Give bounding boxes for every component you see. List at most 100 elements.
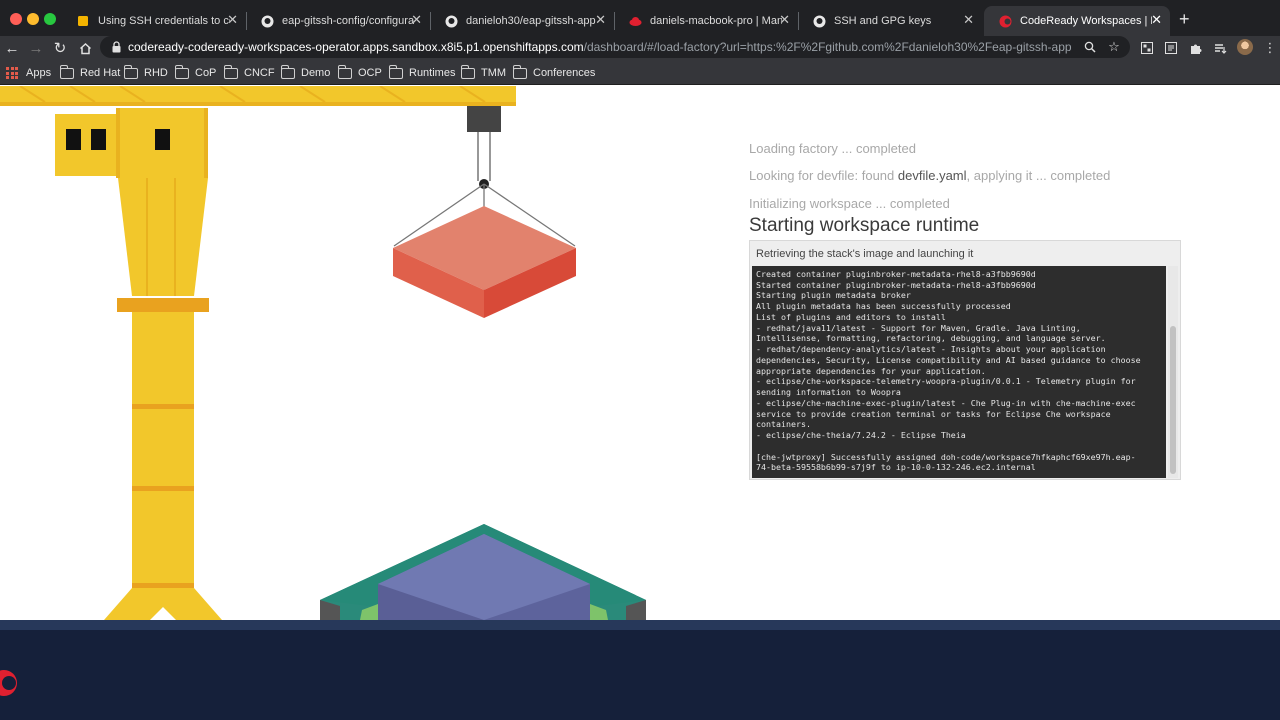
bookmark-folder[interactable]: CoP [174, 64, 217, 81]
workspace-loader-page: Loading factory ... completed Looking fo… [0, 86, 1280, 620]
log-scrollbar-thumb[interactable] [1170, 326, 1176, 474]
zoom-icon[interactable] [1082, 39, 1098, 55]
workspace-log-panel: Retrieving the stack's image and launchi… [749, 240, 1181, 480]
log-line: - eclipse/che-workspace-telemetry-woopra… [756, 376, 1136, 387]
bookmark-label: Conferences [533, 67, 596, 79]
log-line: Started container pluginbroker-metadata-… [756, 279, 1036, 290]
apps-grid-icon [6, 67, 18, 79]
bookmark-star-icon[interactable]: ☆ [1106, 39, 1122, 55]
bookmark-folder[interactable]: Demo [280, 64, 331, 81]
bookmark-folder[interactable]: OCP [337, 64, 382, 81]
home-icon[interactable] [75, 38, 95, 58]
browser-tab[interactable]: Using SSH credentials to conn ✕ [62, 6, 246, 36]
close-window-button[interactable] [10, 13, 22, 25]
log-line: [che-jwtproxy] Successfully assigned doh… [756, 451, 1136, 462]
reload-icon[interactable]: ↻ [50, 38, 70, 58]
folder-icon [280, 64, 295, 79]
log-line: Starting plugin metadata broker [756, 290, 911, 301]
log-line: sending information to Woopra [756, 387, 901, 397]
tab-close-icon[interactable]: ✕ [963, 13, 974, 27]
new-tab-button[interactable]: + [1179, 10, 1190, 28]
current-step-title: Starting workspace runtime [749, 215, 980, 236]
log-caption: Retrieving the stack's image and launchi… [756, 248, 974, 260]
google-docs-icon [76, 14, 90, 28]
log-text: in 1.008672854sCreated container pluginb… [756, 266, 1141, 473]
bookmarks-bar: Apps Red Hat RHD CoP CNCF Demo OCP Runti… [0, 60, 1280, 85]
browser-tab[interactable]: SSH and GPG keys ✕ [798, 6, 982, 36]
minimize-window-button[interactable] [27, 13, 39, 25]
log-line: dependencies, Security, License compatib… [756, 354, 1141, 365]
lock-icon [112, 41, 121, 53]
tab-label: CodeReady Workspaces | Load [1020, 15, 1152, 27]
tab-label: eap-gitssh-config/configuratio [282, 15, 414, 27]
codeready-icon [998, 14, 1012, 28]
address-bar[interactable]: codeready-codeready-workspaces-operator.… [100, 36, 1130, 58]
browser-tab[interactable]: danieloh30/eap-gitssh-app ✕ [430, 6, 614, 36]
url-text: codeready-codeready-workspaces-operator.… [128, 40, 1072, 54]
log-scrollbar[interactable] [1168, 266, 1178, 478]
bookmark-label: RHD [144, 67, 168, 79]
bookmark-folder[interactable]: Red Hat [59, 64, 121, 81]
folder-icon [512, 64, 527, 79]
back-arrow-icon[interactable]: ← [2, 38, 22, 58]
bookmark-folder[interactable]: TMM [460, 64, 507, 81]
log-line: All plugin metadata has been successfull… [756, 301, 1011, 311]
step-text: , applying it ... completed [966, 168, 1111, 183]
log-output[interactable]: in 1.008672854sCreated container pluginb… [752, 266, 1166, 478]
bookmark-folder[interactable]: Runtimes [388, 64, 456, 81]
bookmark-label: Red Hat [80, 67, 121, 79]
tab-close-icon[interactable]: ✕ [411, 13, 422, 27]
loader-step-completed: Looking for devfile: found devfile.yaml,… [749, 168, 1110, 183]
log-line: 74-beta-59558b6b99-s7j9f to ip-10-0-132-… [756, 462, 1036, 473]
redhat-icon [628, 14, 642, 28]
bookmark-label: TMM [481, 67, 507, 79]
loader-step-completed: Loading factory ... completed [749, 141, 916, 156]
tab-close-icon[interactable]: ✕ [595, 13, 606, 27]
browser-tab[interactable]: eap-gitssh-config/configuratio ✕ [246, 6, 430, 36]
folder-icon [123, 64, 138, 79]
bookmark-apps[interactable]: Apps [6, 65, 51, 81]
maximize-window-button[interactable] [44, 13, 56, 25]
folder-icon [59, 64, 74, 79]
url-path: /dashboard/#/load-factory?url=https:%2F%… [583, 40, 1072, 54]
log-line: - redhat/dependency-analytics/latest - I… [756, 344, 1106, 354]
tab-label: daniels-macbook-pro | Manage [650, 15, 782, 27]
folder-icon [223, 64, 238, 79]
reader-extension-icon[interactable] [1163, 40, 1179, 56]
log-line: - eclipse/che-theia/7.24.2 - Eclipse The… [756, 430, 966, 440]
browser-tab[interactable]: daniels-macbook-pro | Manage ✕ [614, 6, 798, 36]
log-line: containers. [756, 419, 811, 430]
bookmark-label: OCP [358, 67, 382, 79]
folder-icon [337, 64, 352, 79]
bookmark-label: CoP [195, 67, 217, 79]
tab-close-icon[interactable]: ✕ [227, 13, 238, 27]
puzzle-extensions-icon[interactable] [1187, 40, 1203, 56]
github-icon [260, 14, 274, 28]
bookmark-label: CNCF [244, 67, 275, 79]
bookmark-label: Demo [301, 67, 331, 79]
codeready-logo-icon [0, 670, 17, 696]
tab-close-icon[interactable]: ✕ [1151, 13, 1162, 27]
browser-tab-bar: Using SSH credentials to conn ✕ eap-gits… [0, 0, 1280, 36]
folder-icon [174, 64, 189, 79]
step-text: Initializing workspace ... completed [749, 196, 950, 211]
forward-arrow-icon[interactable]: → [26, 38, 46, 58]
profile-avatar[interactable] [1237, 39, 1253, 55]
bookmark-folder[interactable]: RHD [123, 64, 168, 81]
bookmark-folder[interactable]: CNCF [223, 64, 275, 81]
browser-tab-active[interactable]: CodeReady Workspaces | Load ✕ [984, 6, 1170, 36]
qr-code-extension-icon[interactable] [1139, 40, 1155, 56]
bookmark-label: Runtimes [409, 67, 456, 79]
bookmark-folder[interactable]: Conferences [512, 64, 596, 81]
github-icon [812, 14, 826, 28]
browser-menu-icon[interactable]: ⋮ [1262, 40, 1278, 56]
devfile-name: devfile.yaml [897, 168, 967, 183]
url-host: codeready-codeready-workspaces-operator.… [128, 40, 584, 54]
crane-illustration [0, 86, 646, 620]
log-line: service to provide creation terminal or … [756, 408, 1111, 419]
tab-close-icon[interactable]: ✕ [779, 13, 790, 27]
bookmark-label: Apps [26, 67, 52, 79]
reading-list-icon[interactable] [1212, 40, 1228, 56]
step-text: Looking for devfile: found [749, 168, 898, 183]
